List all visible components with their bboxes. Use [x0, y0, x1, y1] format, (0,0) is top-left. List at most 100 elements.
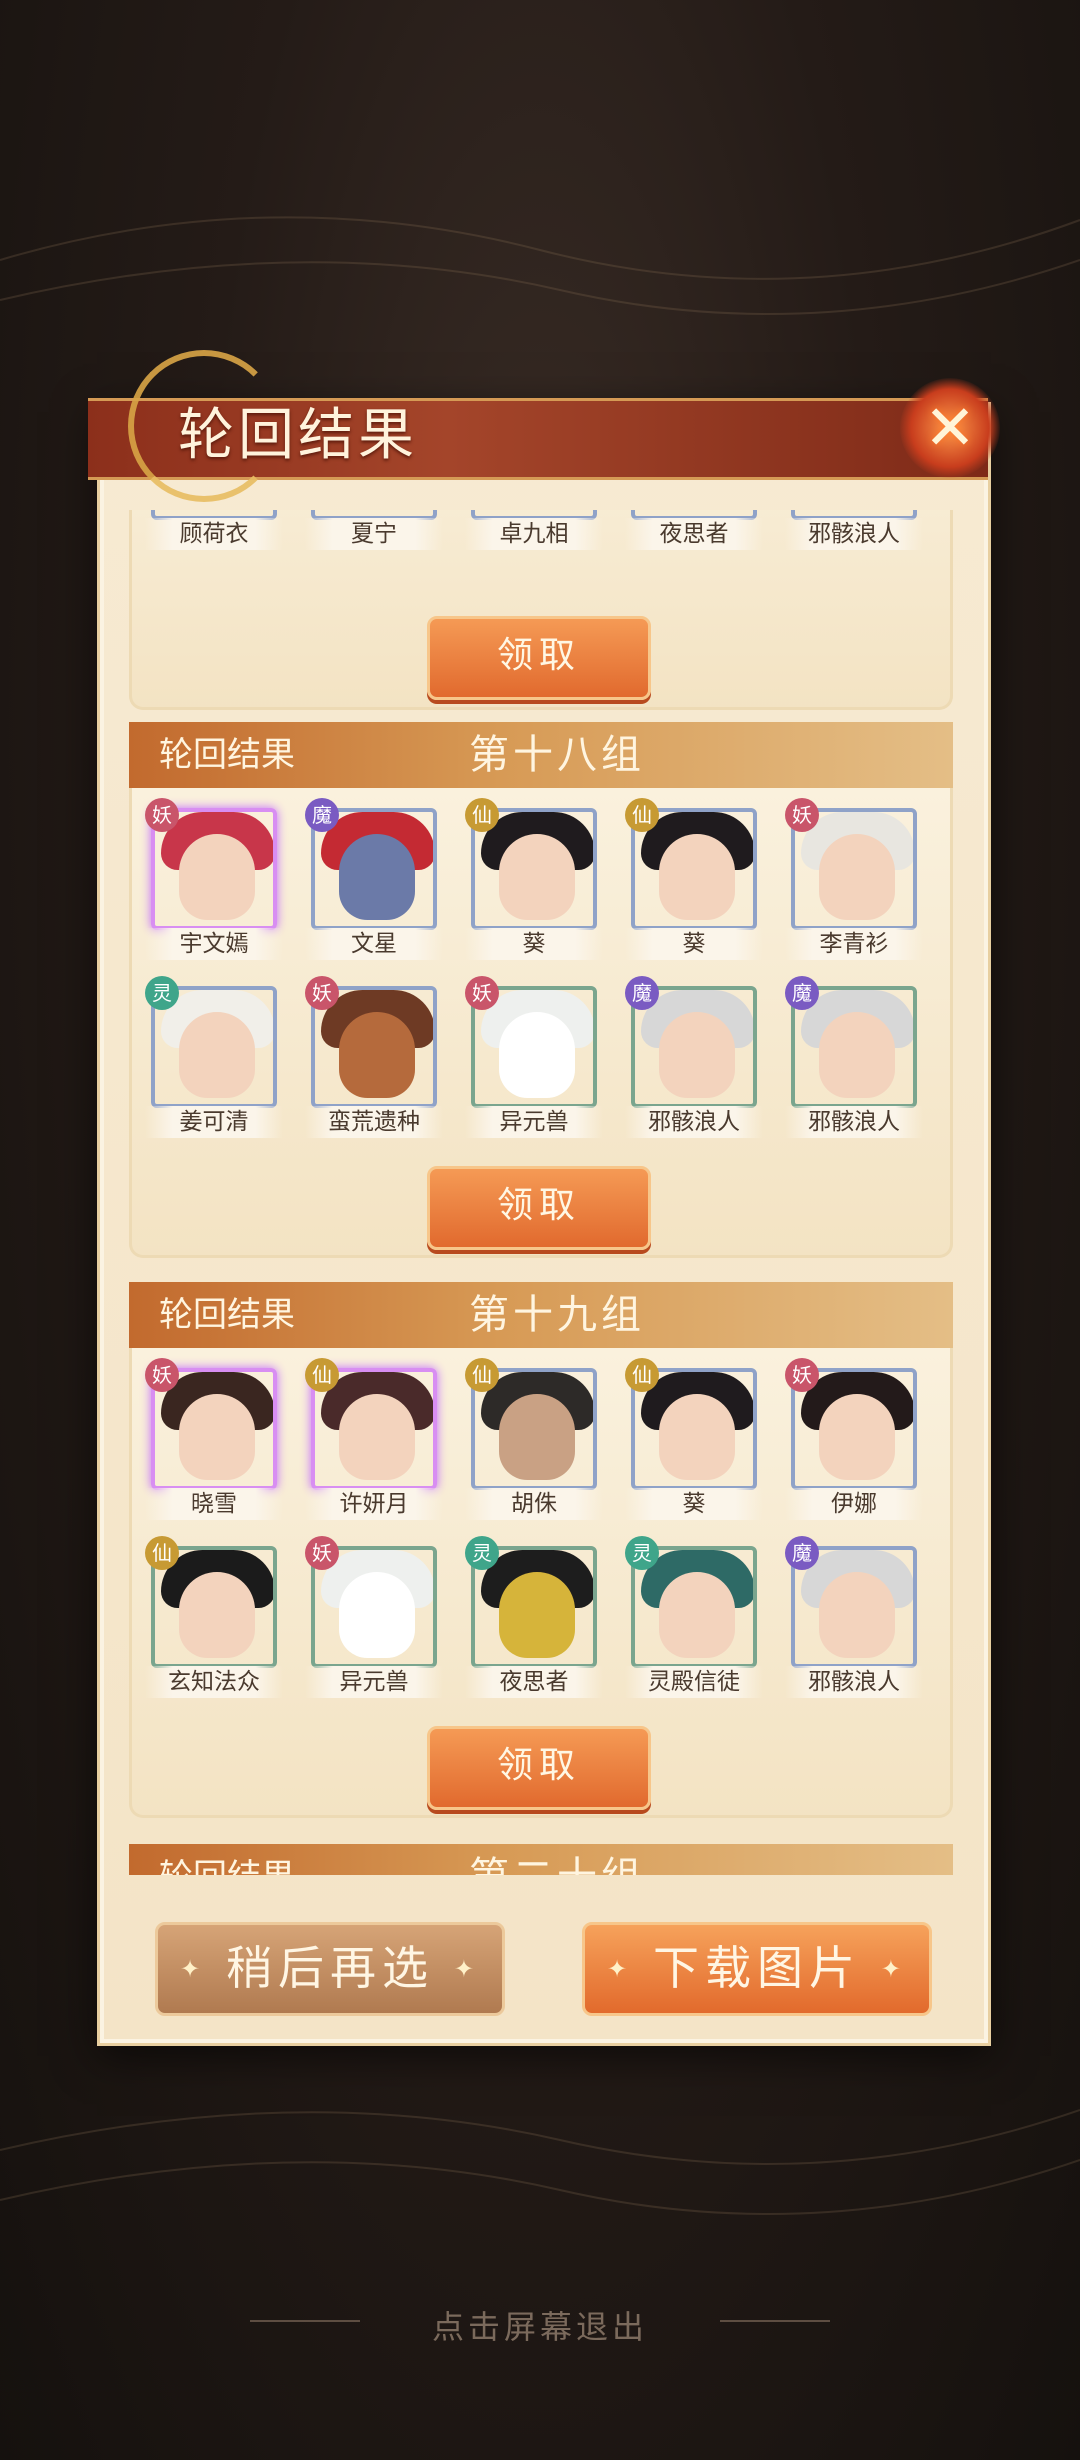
divider-line — [720, 2320, 830, 2322]
group-card-19: 轮回结果 第十九组 妖 晓雪 仙 许妍月 仙 胡侏 仙 葵 妖 伊娜 仙 玄知法… — [129, 1282, 953, 1818]
hero-card[interactable]: 夜思者 — [625, 510, 763, 550]
group-header: 轮回结果 第十八组 — [129, 722, 953, 788]
download-image-button[interactable]: ✦ 下载图片 ✦ — [582, 1922, 932, 2016]
faction-badge: 妖 — [145, 798, 179, 832]
hero-card[interactable]: 魔 文星 — [305, 798, 443, 960]
hero-name: 葵 — [465, 928, 603, 960]
hero-card[interactable]: 妖 晓雪 — [145, 1358, 283, 1520]
group-header-label: 轮回结果 — [159, 1844, 295, 1875]
hero-name: 邪骸浪人 — [785, 1106, 923, 1138]
hero-name: 顾荷衣 — [145, 518, 283, 550]
hero-name: 邪骸浪人 — [785, 1666, 923, 1698]
hero-card[interactable]: 魔 邪骸浪人 — [625, 976, 763, 1138]
hero-card[interactable]: 妖 宇文嫣 — [145, 798, 283, 960]
diamond-ornament-icon: ✦ — [453, 1955, 480, 1983]
group-header: 轮回结果 第二十组 — [129, 1844, 953, 1875]
hero-card[interactable]: 妖 李青衫 — [785, 798, 923, 960]
hero-card[interactable]: 魔 邪骸浪人 — [785, 976, 923, 1138]
group-number: 第十九组 — [469, 1292, 645, 1338]
hero-name: 邪骸浪人 — [625, 1106, 763, 1138]
faction-badge: 仙 — [465, 798, 499, 832]
faction-badge: 灵 — [625, 1536, 659, 1570]
hero-card[interactable]: 妖 伊娜 — [785, 1358, 923, 1520]
hero-card[interactable]: 妖 异元兽 — [465, 976, 603, 1138]
diamond-ornament-icon: ✦ — [880, 1955, 907, 1983]
hero-card[interactable]: 邪骸浪人 — [785, 510, 923, 550]
results-scroll-list[interactable]: 顾荷衣 夏宁 卓九相 夜思者 邪骸浪人 领取 轮回结果 第十八组 妖 宇文嫣 魔… — [97, 510, 985, 1875]
hero-card[interactable]: 仙 玄知法众 — [145, 1536, 283, 1698]
hero-card[interactable]: 灵 姜可清 — [145, 976, 283, 1138]
hero-name: 姜可清 — [145, 1106, 283, 1138]
diamond-ornament-icon: ✦ — [607, 1955, 634, 1983]
hero-name: 玄知法众 — [145, 1666, 283, 1698]
choose-later-button[interactable]: ✦ 稍后再选 ✦ — [155, 1922, 505, 2016]
faction-badge: 魔 — [785, 976, 819, 1010]
hero-name: 卓九相 — [465, 518, 603, 550]
hero-name: 许妍月 — [305, 1488, 443, 1520]
diamond-ornament-icon: ✦ — [180, 1955, 207, 1983]
hero-name: 胡侏 — [465, 1488, 603, 1520]
hero-card[interactable]: 仙 葵 — [625, 1358, 763, 1520]
faction-badge: 灵 — [465, 1536, 499, 1570]
hero-name: 异元兽 — [465, 1106, 603, 1138]
faction-badge: 仙 — [145, 1536, 179, 1570]
hero-name: 李青衫 — [785, 928, 923, 960]
hero-name: 蛮荒遗种 — [305, 1106, 443, 1138]
hero-name: 文星 — [305, 928, 443, 960]
faction-badge: 魔 — [785, 1536, 819, 1570]
hero-name: 葵 — [625, 1488, 763, 1520]
group-number: 第十八组 — [469, 732, 645, 778]
hero-name: 晓雪 — [145, 1488, 283, 1520]
faction-badge: 妖 — [785, 1358, 819, 1392]
faction-badge: 仙 — [625, 1358, 659, 1392]
group-card-partial: 顾荷衣 夏宁 卓九相 夜思者 邪骸浪人 领取 — [129, 510, 953, 710]
hero-card[interactable]: 仙 葵 — [465, 798, 603, 960]
faction-badge: 妖 — [305, 1536, 339, 1570]
faction-badge: 妖 — [785, 798, 819, 832]
hero-name: 宇文嫣 — [145, 928, 283, 960]
hero-card[interactable]: 仙 胡侏 — [465, 1358, 603, 1520]
faction-badge: 魔 — [305, 798, 339, 832]
claim-button[interactable]: 领取 — [427, 1726, 651, 1810]
group-header: 轮回结果 第十九组 — [129, 1282, 953, 1348]
hero-name: 灵殿信徒 — [625, 1666, 763, 1698]
tap-to-exit-hint[interactable]: 点击屏幕退出 — [0, 2302, 1080, 2348]
hero-card[interactable]: 仙 葵 — [625, 798, 763, 960]
close-x-icon: ✕ — [924, 391, 976, 464]
choose-later-label: 稍后再选 — [226, 1941, 434, 1995]
hero-name: 伊娜 — [785, 1488, 923, 1520]
hero-card[interactable]: 灵 夜思者 — [465, 1536, 603, 1698]
hero-card[interactable]: 魔 邪骸浪人 — [785, 1536, 923, 1698]
faction-badge: 仙 — [625, 798, 659, 832]
group-card-18: 轮回结果 第十八组 妖 宇文嫣 魔 文星 仙 葵 仙 葵 妖 李青衫 灵 姜可清… — [129, 722, 953, 1258]
hero-name: 夏宁 — [305, 518, 443, 550]
group-header-label: 轮回结果 — [159, 1295, 295, 1335]
faction-badge: 妖 — [465, 976, 499, 1010]
group-number: 第二十组 — [469, 1844, 645, 1875]
group-header-label: 轮回结果 — [159, 735, 295, 775]
hero-name: 葵 — [625, 928, 763, 960]
group-card-20: 轮回结果 第二十组 — [129, 1844, 953, 1875]
download-image-label: 下载图片 — [653, 1941, 861, 1995]
hero-name: 夜思者 — [625, 518, 763, 550]
faction-badge: 仙 — [305, 1358, 339, 1392]
claim-button[interactable]: 领取 — [427, 1166, 651, 1250]
claim-button[interactable]: 领取 — [427, 616, 651, 700]
hero-card[interactable]: 妖 异元兽 — [305, 1536, 443, 1698]
hero-card[interactable]: 卓九相 — [465, 510, 603, 550]
hero-card[interactable]: 灵 灵殿信徒 — [625, 1536, 763, 1698]
faction-badge: 仙 — [465, 1358, 499, 1392]
panel-title: 轮回结果 — [178, 403, 418, 468]
hero-card[interactable]: 仙 许妍月 — [305, 1358, 443, 1520]
hero-name: 邪骸浪人 — [785, 518, 923, 550]
faction-badge: 灵 — [145, 976, 179, 1010]
hero-name: 夜思者 — [465, 1666, 603, 1698]
faction-badge: 妖 — [305, 976, 339, 1010]
faction-badge: 妖 — [145, 1358, 179, 1392]
hero-card[interactable]: 夏宁 — [305, 510, 443, 550]
hero-card[interactable]: 妖 蛮荒遗种 — [305, 976, 443, 1138]
hero-card[interactable]: 顾荷衣 — [145, 510, 283, 550]
faction-badge: 魔 — [625, 976, 659, 1010]
close-button[interactable]: ✕ — [900, 378, 1000, 478]
hero-name: 异元兽 — [305, 1666, 443, 1698]
